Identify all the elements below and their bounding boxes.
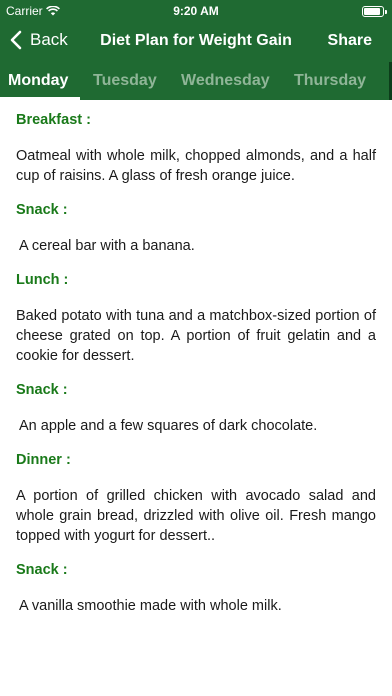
page-title: Diet Plan for Weight Gain <box>100 32 292 49</box>
meal-heading: Dinner : <box>16 452 71 468</box>
meal-snack-1: Snack : A cereal bar with a banana. <box>16 202 376 256</box>
meal-heading: Breakfast : <box>16 112 91 128</box>
meal-description: A cereal bar with a banana. <box>19 238 195 254</box>
meal-lunch: Lunch : Baked potato with tuna and a mat… <box>16 272 376 366</box>
tab-wednesday[interactable]: Wednesday <box>181 72 270 90</box>
meal-dinner: Dinner : A portion of grilled chicken wi… <box>16 452 376 546</box>
meal-snack-3: Snack : A vanilla smoothie made with who… <box>16 562 376 616</box>
back-label: Back <box>30 30 68 49</box>
share-button[interactable]: Share <box>328 32 372 50</box>
back-button[interactable]: Back <box>10 30 68 50</box>
tab-monday[interactable]: Monday <box>8 72 68 90</box>
meal-breakfast: Breakfast : Oatmeal with whole milk, cho… <box>16 112 376 186</box>
diet-plan-content: Breakfast : Oatmeal with whole milk, cho… <box>0 100 392 696</box>
tab-thursday[interactable]: Thursday <box>294 72 366 90</box>
meal-description: Baked potato with tuna and a matchbox-si… <box>16 308 376 364</box>
tab-tuesday[interactable]: Tuesday <box>93 72 157 90</box>
meal-heading: Lunch : <box>16 272 69 288</box>
meal-heading: Snack : <box>16 562 68 578</box>
meal-description: Oatmeal with whole milk, chopped almonds… <box>16 148 376 184</box>
chevron-left-icon <box>10 30 22 50</box>
navigation-bar: Back Diet Plan for Weight Gain Share <box>0 22 392 62</box>
meal-snack-2: Snack : An apple and a few squares of da… <box>16 382 376 436</box>
meal-heading: Snack : <box>16 202 68 218</box>
meal-heading: Snack : <box>16 382 68 398</box>
status-time: 9:20 AM <box>173 4 219 18</box>
status-bar: Carrier 9:20 AM <box>0 0 392 22</box>
app-header: Carrier 9:20 AM Back Diet Plan for Weigh… <box>0 0 392 100</box>
day-tabs: Monday Tuesday Wednesday Thursday <box>0 62 392 100</box>
meal-description: An apple and a few squares of dark choco… <box>19 418 318 434</box>
meal-description: A portion of grilled chicken with avocad… <box>16 488 376 544</box>
battery-icon <box>362 6 387 17</box>
meal-description: A vanilla smoothie made with whole milk. <box>19 598 282 614</box>
